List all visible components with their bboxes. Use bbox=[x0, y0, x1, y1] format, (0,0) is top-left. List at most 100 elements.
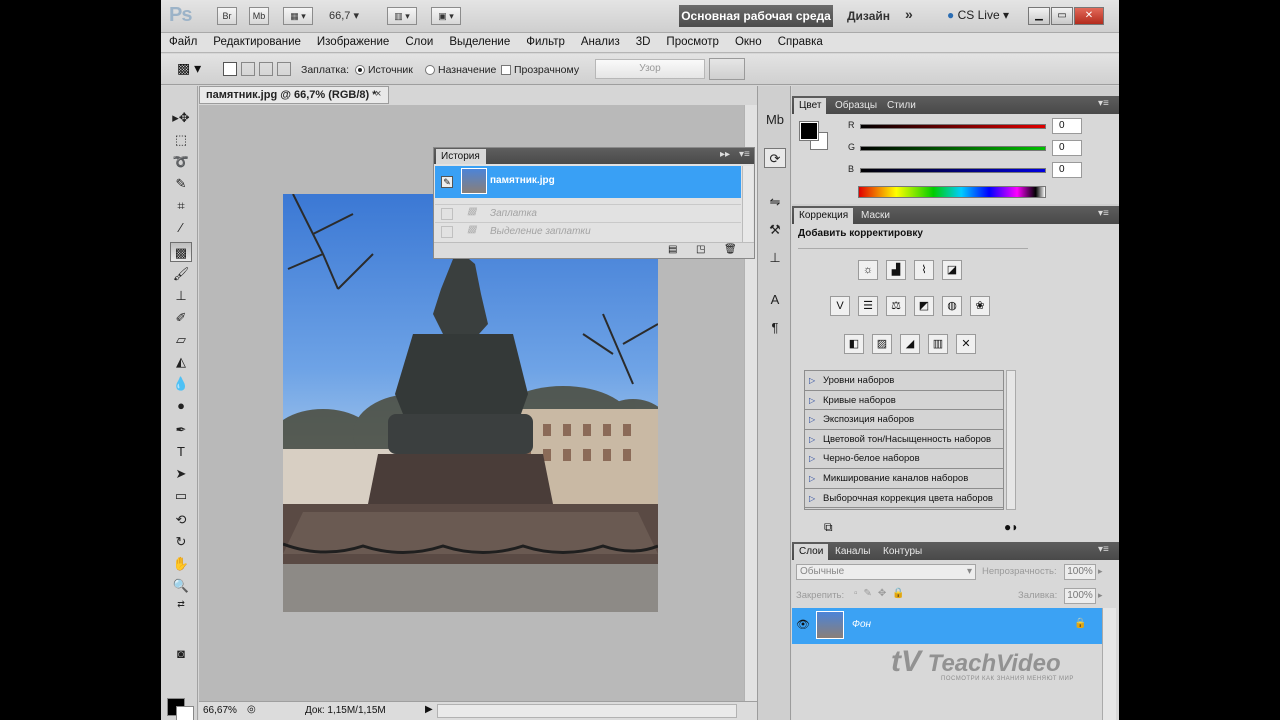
paint-bucket-tool-icon[interactable]: ◭ bbox=[170, 352, 192, 372]
blend-mode-dropdown[interactable]: Обычные ▾ bbox=[796, 564, 976, 580]
menu-3d[interactable]: 3D bbox=[628, 33, 659, 52]
source-radio[interactable]: Источник bbox=[355, 64, 413, 76]
paragraph-panel-icon[interactable]: ¶ bbox=[764, 318, 786, 338]
menu-view[interactable]: Просмотр bbox=[658, 33, 727, 52]
posterize-icon[interactable]: ▨ bbox=[872, 334, 892, 354]
document-tab[interactable]: памятник.jpg @ 66,7% (RGB/8) * bbox=[199, 86, 389, 104]
tab-color[interactable]: Цвет bbox=[794, 98, 827, 114]
tab-swatches[interactable]: Образцы bbox=[830, 98, 882, 114]
blue-channel-input[interactable]: 0 bbox=[1052, 162, 1082, 178]
menu-file[interactable]: Файл bbox=[161, 33, 205, 52]
tab-paths[interactable]: Контуры bbox=[878, 544, 927, 560]
use-pattern-button[interactable]: Узор bbox=[595, 59, 705, 79]
view-extras-button[interactable]: ▦ ▾ bbox=[283, 7, 313, 25]
status-menu-arrow-icon[interactable]: ▶ bbox=[425, 704, 433, 715]
menu-edit[interactable]: Редактирование bbox=[205, 33, 309, 52]
history-source-box[interactable] bbox=[441, 226, 453, 238]
green-channel-slider[interactable] bbox=[860, 146, 1046, 151]
delete-state-icon[interactable]: 🗑 bbox=[724, 244, 737, 255]
eye-icon[interactable]: 👁 bbox=[796, 618, 810, 631]
new-document-from-state-icon[interactable]: ▤ bbox=[668, 244, 677, 255]
preset-channel-mixer[interactable]: Микширование каналов наборов bbox=[805, 469, 1003, 489]
tab-masks[interactable]: Маски bbox=[856, 208, 895, 224]
green-channel-input[interactable]: 0 bbox=[1052, 140, 1082, 156]
red-channel-input[interactable]: 0 bbox=[1052, 118, 1082, 134]
background-color-swatch[interactable] bbox=[176, 706, 194, 720]
expanded-view-icon[interactable]: ⧉ bbox=[824, 520, 833, 535]
subtract-selection-button[interactable] bbox=[259, 62, 273, 76]
mini-bridge-icon[interactable]: Mb bbox=[764, 110, 786, 130]
preset-levels[interactable]: Уровни наборов bbox=[805, 371, 1003, 391]
patch-tool-icon[interactable]: ▩ bbox=[170, 242, 192, 262]
tab-channels[interactable]: Каналы bbox=[830, 544, 876, 560]
preset-hue-saturation[interactable]: Цветовой тон/Насыщенность наборов bbox=[805, 430, 1003, 450]
history-scrollbar[interactable] bbox=[742, 166, 753, 242]
zoom-status[interactable]: 66,67% bbox=[203, 705, 237, 716]
foreground-color-swatch[interactable] bbox=[799, 121, 819, 141]
history-tab[interactable]: История bbox=[436, 149, 486, 164]
rectangle-tool-icon[interactable]: ▭ bbox=[170, 486, 192, 506]
intersect-selection-button[interactable] bbox=[277, 62, 291, 76]
preset-selective-color[interactable]: Выборочная коррекция цвета наборов bbox=[805, 489, 1003, 509]
zoom-level-dropdown[interactable]: 66,7 ▾ bbox=[329, 7, 377, 25]
menu-select[interactable]: Выделение bbox=[441, 33, 518, 52]
presets-scrollbar[interactable] bbox=[1006, 370, 1016, 510]
3d-orbit-tool-icon[interactable]: ↻ bbox=[170, 532, 192, 552]
minibridge-button[interactable]: Mb bbox=[249, 7, 269, 25]
preset-exposure[interactable]: Экспозиция наборов bbox=[805, 410, 1003, 430]
history-panel-icon[interactable]: ⟳ bbox=[764, 148, 786, 168]
blur-tool-icon[interactable]: 💧 bbox=[170, 374, 192, 394]
opacity-arrow-icon[interactable]: ▸ bbox=[1098, 566, 1103, 577]
lasso-tool-icon[interactable]: ➰ bbox=[170, 152, 192, 172]
workspace-essentials-button[interactable]: Основная рабочая среда bbox=[679, 5, 833, 27]
menu-filter[interactable]: Фильтр bbox=[518, 33, 573, 52]
panel-menu-icon[interactable]: ▾≡ bbox=[1098, 98, 1109, 109]
blue-channel-slider[interactable] bbox=[860, 168, 1046, 173]
menu-layers[interactable]: Слои bbox=[397, 33, 441, 52]
path-selection-tool-icon[interactable]: ➤ bbox=[170, 464, 192, 484]
new-selection-button[interactable] bbox=[223, 62, 237, 76]
history-brush-tool-icon[interactable]: ✐ bbox=[170, 308, 192, 328]
character-panel-icon[interactable]: A bbox=[764, 290, 786, 310]
eyedropper-tool-icon[interactable]: ⁄ bbox=[170, 218, 192, 238]
layers-scrollbar[interactable] bbox=[1102, 608, 1116, 720]
more-workspaces-button[interactable]: » bbox=[905, 6, 913, 22]
destination-radio[interactable]: Назначение bbox=[425, 64, 496, 76]
create-snapshot-icon[interactable]: ◳ bbox=[696, 244, 705, 255]
history-step-patch[interactable]: ▩ Заплатка bbox=[435, 204, 741, 222]
color-balance-icon[interactable]: ⚖ bbox=[886, 296, 906, 316]
minimize-button[interactable]: ▁ bbox=[1028, 7, 1050, 25]
color-ramp[interactable] bbox=[858, 186, 1046, 198]
move-tool-icon[interactable]: ▸✥ bbox=[170, 108, 192, 128]
fill-input[interactable]: 100% bbox=[1064, 588, 1096, 604]
type-tool-icon[interactable]: T bbox=[170, 442, 192, 462]
black-white-icon[interactable]: ◩ bbox=[914, 296, 934, 316]
menu-analysis[interactable]: Анализ bbox=[573, 33, 628, 52]
menu-help[interactable]: Справка bbox=[770, 33, 831, 52]
invert-icon[interactable]: ◧ bbox=[844, 334, 864, 354]
add-selection-button[interactable] bbox=[241, 62, 255, 76]
history-source-box[interactable] bbox=[441, 208, 453, 220]
tab-adjustments[interactable]: Коррекция bbox=[794, 208, 854, 224]
tab-layers[interactable]: Слои bbox=[794, 544, 829, 560]
collapse-panel-icon[interactable]: ▸▸ bbox=[720, 149, 730, 160]
crop-tool-icon[interactable]: ⌗ bbox=[170, 196, 192, 216]
history-snapshot-row[interactable]: ✎ памятник.jpg bbox=[435, 166, 741, 198]
pen-tool-icon[interactable]: ✒ bbox=[170, 420, 192, 440]
dodge-tool-icon[interactable]: ● bbox=[170, 396, 192, 416]
close-window-button[interactable]: ✕ bbox=[1074, 7, 1104, 25]
maximize-button[interactable]: ▭ bbox=[1051, 7, 1073, 25]
layer-row-background[interactable]: 👁 Фон 🔒 bbox=[792, 608, 1102, 644]
actions-panel-icon[interactable]: ⇋ bbox=[764, 192, 786, 212]
marquee-tool-icon[interactable]: ⬚ bbox=[170, 130, 192, 150]
tool-preset-picker[interactable]: ▩ ▾ bbox=[177, 60, 201, 77]
preset-curves[interactable]: Кривые наборов bbox=[805, 391, 1003, 411]
quick-selection-tool-icon[interactable]: ✎ bbox=[170, 174, 192, 194]
panel-menu-icon[interactable]: ▾≡ bbox=[1098, 208, 1109, 219]
screen-mode-button[interactable]: ▣ ▾ bbox=[431, 7, 461, 25]
red-channel-slider[interactable] bbox=[860, 124, 1046, 129]
fill-arrow-icon[interactable]: ▸ bbox=[1098, 590, 1103, 601]
brush-presets-icon[interactable]: ⚒ bbox=[764, 220, 786, 240]
workspace-design-button[interactable]: Дизайн bbox=[847, 9, 890, 23]
cs-live-menu[interactable]: ● CS Live ▾ bbox=[947, 8, 1009, 22]
